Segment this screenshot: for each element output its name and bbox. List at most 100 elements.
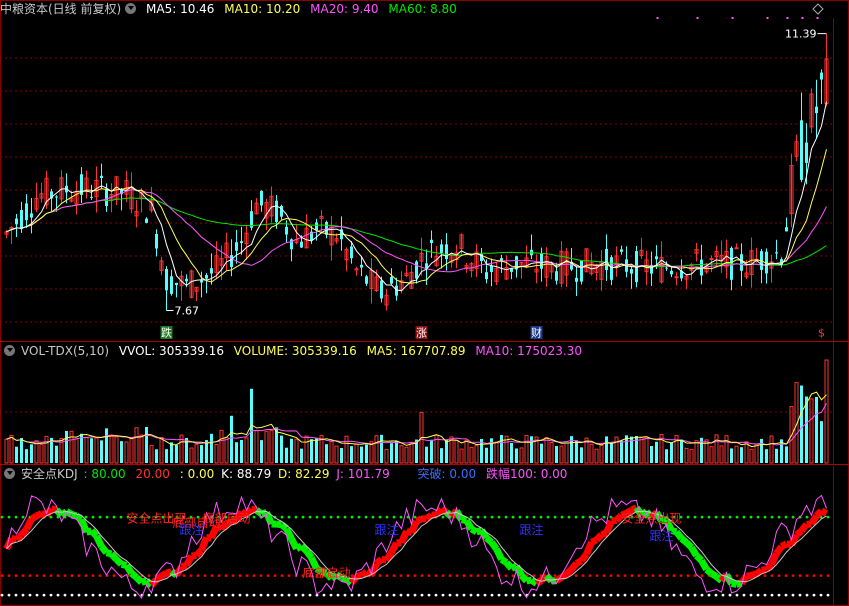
kdj-level-dot [252,515,256,519]
kdj-ribbon-segment [794,528,804,538]
kdj-level-dot [714,515,718,519]
volume-bar [425,446,428,463]
kdj-level-dot [567,515,571,519]
kdj-level-dot [406,574,410,578]
candle-body [665,267,668,269]
kdj-level-dot [595,574,599,578]
volume-bar [109,434,114,464]
volume-bar [580,447,583,463]
volume-bar [614,436,619,464]
kdj-level-dot [322,515,326,519]
volume-bar [230,415,233,463]
dropdown-icon[interactable] [4,468,15,479]
kdj-level-dot [679,593,683,597]
volume-bar [555,446,558,463]
candle-body [709,258,714,261]
kdj-ribbon-segment [194,547,204,558]
kdj-level-dot [119,515,123,519]
dropdown-icon[interactable] [125,3,137,14]
kdj-level-dot [392,515,396,519]
kdj-level-dot [567,593,571,597]
kdj-level-dot [728,515,732,519]
kdj-level-dot [154,593,158,597]
diamond-icon [812,3,824,15]
candle-body [580,260,583,282]
kdj-ribbon-segment [583,540,595,556]
kdj-ribbon-segment [191,551,197,560]
kdj-level-dot [602,593,606,597]
kdj-ribbon-segment [493,547,505,561]
volume-bar [524,435,529,464]
volume-bar [765,449,768,463]
kdj-annotation: 跟注 [649,528,673,543]
volume-bar [360,446,363,463]
kdj-level-dot [735,574,739,578]
candle-body [25,203,28,221]
kdj-level-dot [77,574,81,578]
kdj-0-label: : 0.00 [179,467,215,481]
kdj-level-dot [686,515,690,519]
kdj-level-dot [742,593,746,597]
kdj-level-dot [644,574,648,578]
volume-bar [785,446,788,463]
kdj-level-dot [280,574,284,578]
volume-bar [670,442,673,463]
kdj-level-dot [14,515,18,519]
kdj-level-dot [63,574,67,578]
kdj-level-dot [518,593,522,597]
volume-bar [310,439,313,463]
kdj-level-dot [539,515,543,519]
kdj-level-dot [476,515,480,519]
kdj-level-dot [714,593,718,597]
kdj-level-dot [658,574,662,578]
volume-bar [515,448,518,463]
volume-bar [809,398,814,464]
dropdown-icon[interactable] [4,345,15,356]
kdj-level-dot [7,593,11,597]
volume-bar [730,448,733,463]
kdj-level-dot [511,593,515,597]
volume-bar [264,430,269,464]
kdj-level-dot [301,593,305,597]
kdj-level-dot [728,593,732,597]
volume-bar [650,445,653,463]
kdj-level-dot [350,515,354,519]
ma5-label: MA5: 10.46 [146,2,215,16]
kdj-ribbon-segment [154,573,164,583]
candle-body [90,196,93,198]
kdj-level-dot [693,593,697,597]
kdj-level-dot [294,593,298,597]
kdj-ribbon-segment [414,515,424,525]
kdj-ribbon-segment [50,505,58,514]
kdj-level-dot [672,574,676,578]
volume-bar [724,435,729,464]
volume-bar [100,440,103,463]
volume-bar [269,429,274,464]
candle-body [285,226,288,235]
kdj-level-dot [14,593,18,597]
volume-bar [709,446,714,464]
candle-body [235,242,238,251]
kdj-level-dot [469,574,473,578]
kdj-ribbon-segment [673,529,685,541]
kdj-level-dot [175,593,179,597]
volume-label: VOLUME: 305339.16 [233,344,357,358]
kdj-ribbon-segment [123,563,135,576]
kdj-level-dot [616,593,620,597]
kdj-level-dot [546,515,550,519]
kdj-level-dot [329,515,333,519]
candle-body [610,257,613,280]
volume-bar [285,447,288,463]
kdj-level-dot [672,593,676,597]
kdj-level-dot [399,515,403,519]
volume-bar [605,436,608,463]
kdj-level-dot [546,593,550,597]
ma10-label: MA10: 10.20 [224,2,301,16]
volume-bar [340,447,343,463]
candle-body [800,120,803,180]
kdj-level-dot [497,593,501,597]
kdj-level-dot [7,574,11,578]
candle-body [445,244,448,260]
kdj-level-dot [742,515,746,519]
kdj-tupo-label: 突破: 0.00 [417,467,477,481]
